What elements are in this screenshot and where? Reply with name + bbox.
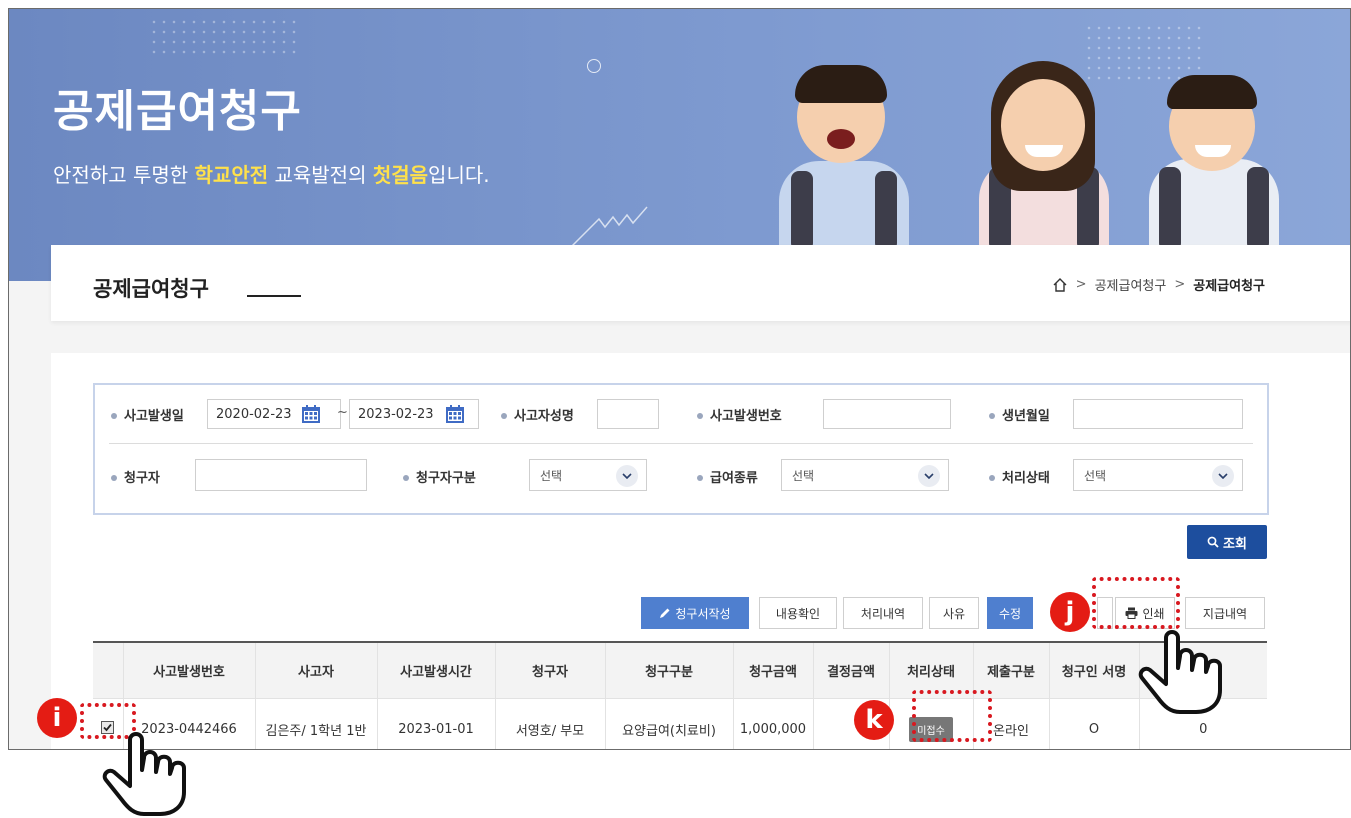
claimant-label: 청구자: [111, 467, 160, 486]
claims-table: 사고발생번호 사고자 사고발생시간 청구자 청구구분 청구금액 결정금액 처리상…: [93, 641, 1267, 749]
status-select[interactable]: 선택: [1073, 459, 1243, 491]
chevron-down-icon: [1212, 465, 1234, 487]
calendar-icon[interactable]: [445, 404, 465, 424]
accident-date-label: 사고발생일: [111, 405, 184, 424]
status-label: 처리상태: [989, 467, 1050, 486]
column-header[interactable]: 결정금액: [812, 641, 889, 698]
signature-cell: O: [1048, 697, 1139, 749]
write-claim-button[interactable]: 청구서작성: [641, 597, 749, 629]
page-title: 공제급여청구: [93, 277, 209, 301]
claimant-input[interactable]: [195, 459, 367, 491]
breadcrumb-separator: >: [1174, 277, 1186, 292]
claimant-cell: 서영호/ 부모: [494, 697, 605, 749]
home-icon[interactable]: [1052, 277, 1068, 293]
column-header[interactable]: 청구구분: [604, 641, 733, 698]
time-cell: 2023-01-01: [376, 697, 495, 749]
breadcrumb-current: 공제급여청구: [1193, 279, 1265, 294]
breadcrumb-separator: >: [1075, 277, 1087, 292]
confirm-button[interactable]: 내용확인: [759, 597, 837, 629]
claimant-type-select[interactable]: 선택: [529, 459, 647, 491]
column-header[interactable]: 청구자: [494, 641, 605, 698]
chevron-down-icon: [918, 465, 940, 487]
form-divider: [109, 443, 1253, 444]
decor-circle: [587, 59, 601, 73]
claim-type-cell: 요양급여(치료비): [604, 697, 733, 749]
banner-title: 공제급여청구: [53, 86, 302, 137]
table-header-row: 사고발생번호 사고자 사고발생시간 청구자 청구구분 청구금액 결정금액 처리상…: [93, 641, 1267, 698]
table-row[interactable]: 2023-0442466 김은주/ 1학년 1반 2023-01-01 서영호/…: [93, 697, 1267, 749]
title-underline: [247, 295, 301, 297]
page-header: 공제급여청구 > 공제급여청구 > 공제급여청구: [51, 245, 1350, 321]
victim-cell: 김은주/ 1학년 1반: [254, 697, 377, 749]
accident-no-label: 사고발생번호: [697, 405, 782, 424]
child-photo: [969, 41, 1119, 251]
decor-dots: [149, 17, 299, 57]
birth-label: 생년월일: [989, 405, 1050, 424]
select-column: [93, 641, 123, 698]
reason-button[interactable]: 사유: [929, 597, 979, 629]
column-header[interactable]: 청구금액: [732, 641, 813, 698]
benefit-type-label: 급여종류: [697, 467, 758, 486]
claimant-type-label: 청구자구분: [403, 467, 476, 486]
search-form: 사고발생일 2020-02-23 ~ 2023-02-23 사고자성명 사고발생…: [93, 383, 1269, 515]
marker-j: j: [1050, 592, 1090, 632]
history-button[interactable]: 처리내역: [843, 597, 923, 629]
date-range-separator: ~: [337, 405, 348, 420]
column-header[interactable]: 사고발생번호: [122, 641, 255, 698]
marker-i: i: [37, 698, 77, 738]
marker-k: k: [854, 700, 894, 740]
pencil-icon: [660, 608, 670, 618]
breadcrumb: > 공제급여청구 > 공제급여청구: [1052, 275, 1265, 294]
child-photo: [769, 41, 919, 251]
birth-input[interactable]: [1073, 399, 1243, 429]
accident-no-input[interactable]: [823, 399, 951, 429]
decor-squiggle: [570, 206, 648, 248]
highlight-box-k: [912, 690, 992, 742]
breadcrumb-item[interactable]: 공제급여청구: [1095, 275, 1167, 294]
claim-amount-cell: 1,000,000: [732, 697, 813, 749]
child-photo: [1139, 41, 1289, 251]
edit-button[interactable]: 수정: [987, 597, 1033, 629]
search-icon: [1207, 536, 1219, 548]
victim-name-input[interactable]: [597, 399, 659, 429]
chevron-down-icon: [616, 465, 638, 487]
pointer-hand-icon: [1138, 630, 1222, 714]
benefit-type-select[interactable]: 선택: [781, 459, 949, 491]
victim-name-label: 사고자성명: [501, 405, 574, 424]
calendar-icon[interactable]: [301, 404, 321, 424]
banner-subtitle: 안전하고 투명한 학교안전 교육발전의 첫걸음입니다.: [53, 163, 490, 187]
hero-banner: 공제급여청구 안전하고 투명한 학교안전 교육발전의 첫걸음입니다.: [9, 9, 1350, 281]
pointer-hand-icon: [102, 732, 186, 816]
column-header[interactable]: 사고발생시간: [376, 641, 495, 698]
column-header[interactable]: 사고자: [254, 641, 377, 698]
search-button[interactable]: 조회: [1187, 525, 1267, 559]
column-header[interactable]: 청구인 서명: [1048, 641, 1139, 698]
